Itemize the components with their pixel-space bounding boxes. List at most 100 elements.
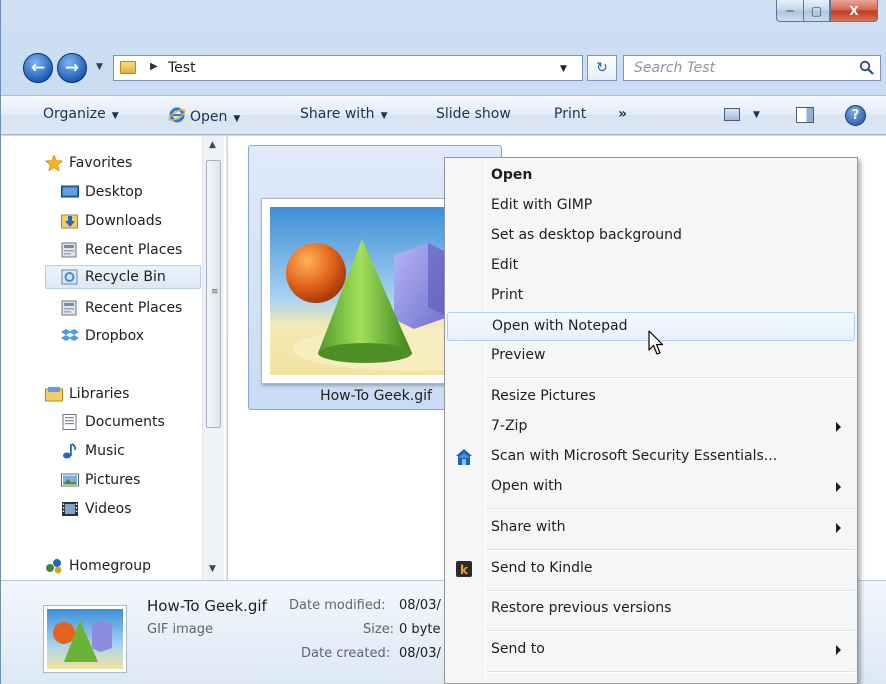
details-thumbnail — [43, 605, 127, 673]
nav-label: Documents — [85, 414, 165, 430]
scroll-up-icon[interactable]: ▲ — [209, 140, 216, 150]
menu-item-label: Edit with GIMP — [491, 197, 593, 213]
nav-recent-places-2[interactable]: Recent Places — [61, 296, 182, 320]
nav-documents[interactable]: Documents — [61, 410, 165, 434]
menu-separator — [487, 377, 855, 379]
menu-item-label: Send to Kindle — [491, 560, 593, 576]
menu-item-send-to-kindle[interactable]: k Send to Kindle — [447, 556, 855, 582]
nav-desktop[interactable]: Desktop — [61, 180, 143, 204]
videos-icon — [62, 502, 78, 516]
menu-item-send-to[interactable]: Send to — [447, 637, 855, 663]
organize-button[interactable]: Organize ▼ — [43, 106, 119, 122]
nav-scrollbar[interactable]: ▲ ≡ ▼ — [202, 136, 224, 580]
close-button[interactable]: X — [830, 0, 878, 22]
mouse-cursor-icon — [648, 330, 664, 355]
maximize-button[interactable]: ▢ — [803, 0, 830, 22]
nav-downloads[interactable]: Downloads — [61, 209, 162, 233]
minimize-button[interactable]: ─ — [776, 0, 803, 22]
nav-label: Recycle Bin — [85, 269, 166, 285]
recent-pages-dropdown-icon[interactable]: ▼ — [96, 62, 103, 72]
help-icon[interactable]: ? — [845, 105, 866, 126]
preview-pane-icon[interactable] — [796, 107, 814, 123]
open-button[interactable]: Open ▼ — [168, 106, 240, 125]
menu-item-print[interactable]: Print — [447, 283, 855, 309]
menu-separator — [487, 630, 855, 632]
menu-item-edit[interactable]: Edit — [447, 253, 855, 279]
nav-homegroup[interactable]: Homegroup — [45, 554, 151, 578]
nav-libraries[interactable]: Libraries — [45, 382, 129, 406]
menu-item-7zip[interactable]: 7-Zip — [447, 414, 855, 440]
menu-item-open-with[interactable]: Open with — [447, 474, 855, 500]
menu-item-label: Scan with Microsoft Security Essentials.… — [491, 448, 778, 464]
refresh-button[interactable]: ↻ — [587, 55, 617, 81]
nav-dropbox[interactable]: Dropbox — [61, 324, 144, 348]
menu-item-edit-with-gimp[interactable]: Edit with GIMP — [447, 193, 855, 219]
organize-label: Organize — [43, 106, 106, 122]
size-value[interactable]: 0 byte — [399, 622, 440, 637]
open-label: Open — [190, 109, 228, 125]
scrollbar-thumb[interactable]: ≡ — [206, 160, 221, 428]
menu-separator — [487, 549, 855, 551]
submenu-arrow-icon — [836, 422, 841, 432]
nav-videos[interactable]: Videos — [61, 497, 132, 521]
recent-places-icon — [61, 242, 77, 258]
grip-icon: ≡ — [211, 287, 219, 297]
menu-item-scan-security-essentials[interactable]: Scan with Microsoft Security Essentials.… — [447, 444, 855, 470]
search-icon[interactable] — [859, 60, 874, 75]
breadcrumb-arrow-icon[interactable]: ▶ — [150, 61, 158, 72]
date-created-value[interactable]: 08/03/ — [399, 646, 441, 661]
scroll-down-icon[interactable]: ▼ — [209, 564, 216, 574]
menu-item-open[interactable]: Open — [447, 163, 855, 189]
submenu-arrow-icon — [836, 645, 841, 655]
nav-label: Desktop — [85, 184, 143, 200]
date-modified-label: Date modified: — [289, 598, 386, 613]
nav-music[interactable]: Music — [61, 439, 125, 463]
menu-item-set-desktop-background[interactable]: Set as desktop background — [447, 223, 855, 249]
nav-favorites[interactable]: Favorites — [45, 151, 132, 175]
pictures-icon — [61, 473, 79, 487]
documents-icon — [62, 414, 77, 430]
menu-item-label: Open — [491, 167, 533, 183]
view-dropdown-icon[interactable]: ▼ — [753, 110, 760, 120]
details-file-name: How-To Geek.gif — [147, 597, 267, 615]
menu-item-resize-pictures[interactable]: Resize Pictures — [447, 384, 855, 410]
nav-pictures[interactable]: Pictures — [61, 468, 140, 492]
navigation-pane: Favorites Desktop Downloads Recent Place… — [1, 136, 227, 580]
share-with-button[interactable]: Share with ▼ — [300, 106, 387, 122]
star-icon — [45, 155, 63, 171]
submenu-arrow-icon — [836, 523, 841, 533]
slide-show-button[interactable]: Slide show — [436, 106, 511, 122]
context-menu: Open Edit with GIMP Set as desktop backg… — [444, 157, 858, 684]
music-icon — [63, 443, 77, 459]
date-created-label: Date created: — [301, 646, 391, 661]
menu-item-label: 7-Zip — [491, 418, 528, 434]
nav-label: Libraries — [69, 386, 130, 402]
chevron-down-icon: ▼ — [111, 111, 119, 121]
forward-button[interactable]: → — [57, 53, 87, 83]
back-button[interactable]: ← — [23, 53, 53, 83]
address-dropdown-icon[interactable]: ▼ — [560, 64, 567, 74]
menu-item-share-with[interactable]: Share with — [447, 515, 855, 541]
nav-label: Downloads — [85, 213, 162, 229]
address-bar[interactable]: ▶ Test ▼ — [113, 55, 583, 81]
menu-item-label: Preview — [491, 347, 546, 363]
nav-recent-places[interactable]: Recent Places — [61, 238, 182, 262]
nav-recycle-bin[interactable]: Recycle Bin — [45, 265, 201, 289]
search-input[interactable]: Search Test — [634, 60, 715, 76]
print-button[interactable]: Print — [554, 106, 586, 122]
downloads-icon — [61, 214, 78, 229]
search-box[interactable]: Search Test — [623, 55, 881, 81]
security-essentials-icon — [456, 449, 472, 465]
nav-label: Recent Places — [85, 300, 183, 316]
desktop-icon — [61, 185, 79, 198]
menu-item-restore-previous-versions[interactable]: Restore previous versions — [447, 596, 855, 622]
breadcrumb-test[interactable]: Test — [168, 60, 196, 76]
more-commands-button[interactable]: » — [618, 106, 627, 122]
nav-label: Favorites — [69, 155, 133, 171]
change-view-icon[interactable] — [724, 108, 740, 121]
kindle-icon: k — [456, 561, 472, 577]
date-modified-value[interactable]: 08/03/ — [399, 598, 441, 613]
caption-buttons: ─ ▢ X — [776, 0, 878, 24]
nav-label: Recent Places — [85, 242, 183, 258]
menu-item-label: Set as desktop background — [491, 227, 682, 243]
